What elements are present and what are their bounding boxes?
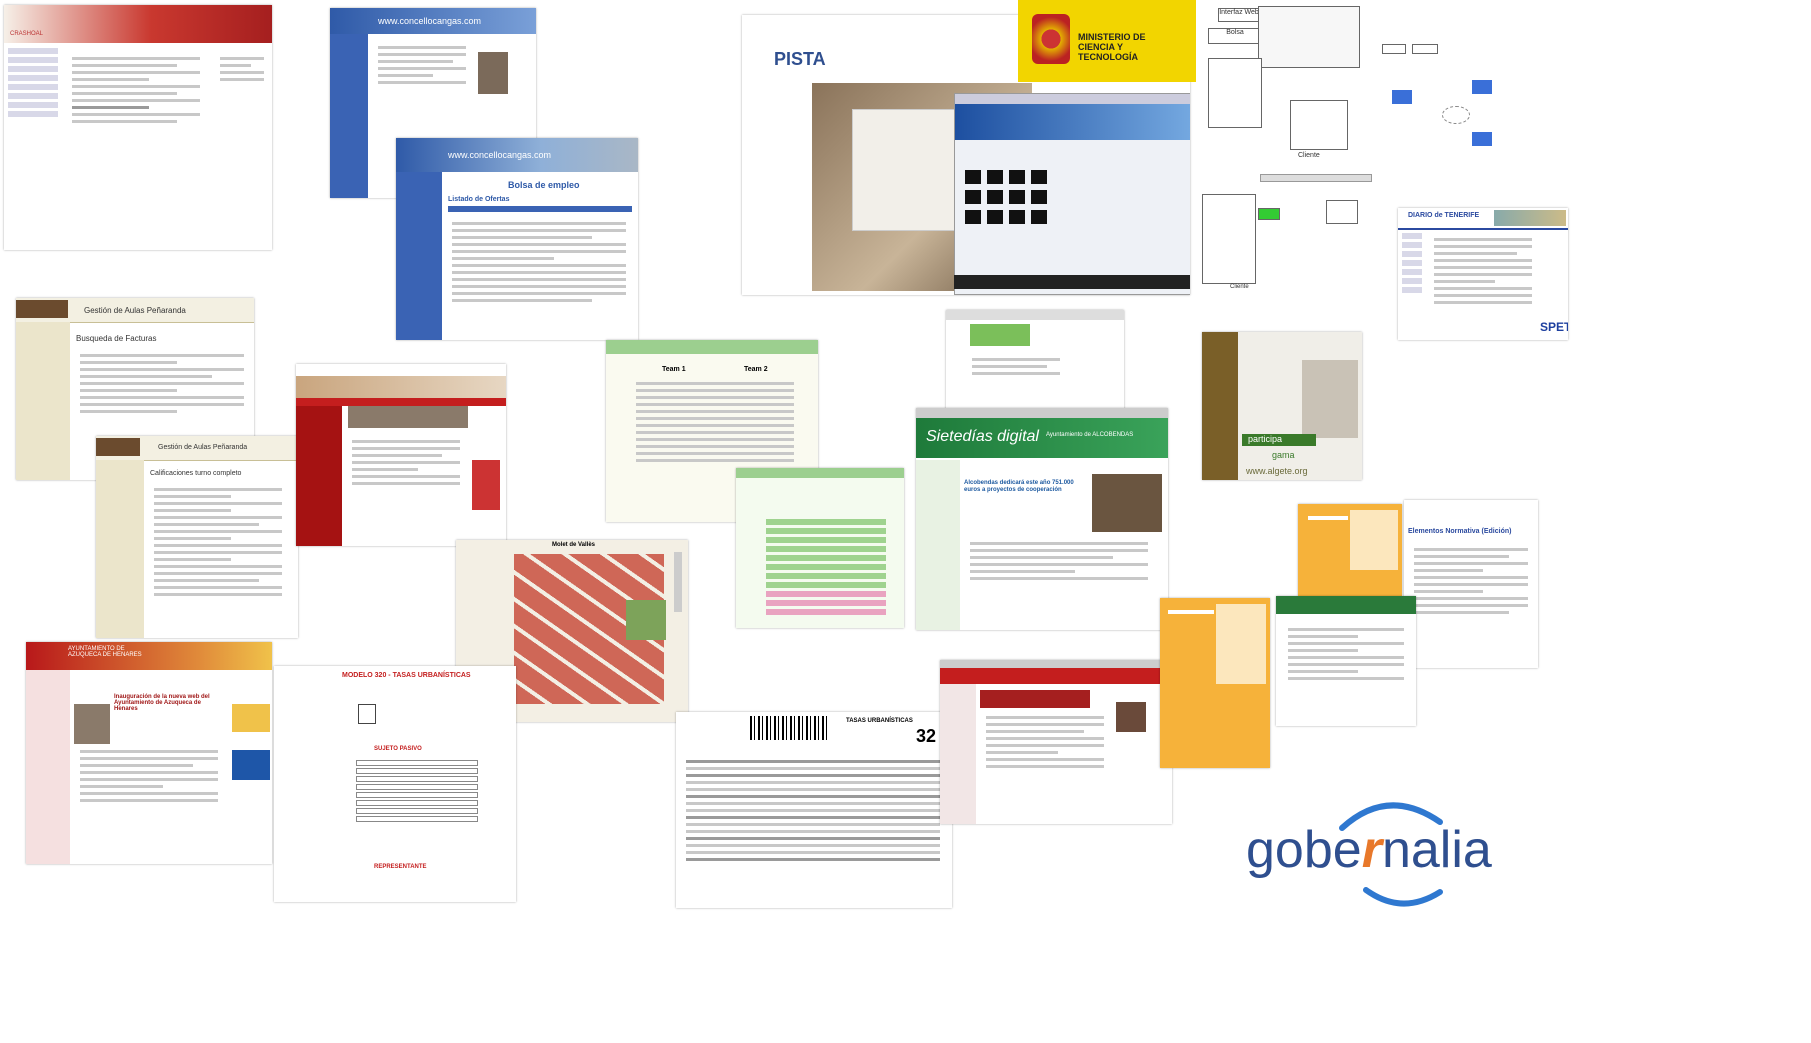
team2-header: Team 2: [744, 366, 768, 373]
sietedias-brand: Sietedías digital: [926, 428, 1039, 445]
team1-header: Team 1: [662, 366, 686, 373]
screenshot-news-portal: [940, 660, 1172, 824]
coat-of-arms-icon: [1032, 14, 1070, 64]
gobernalia-logo: gobernalia: [1240, 792, 1530, 912]
news-headline: Inauguración de la nueva web del Ayuntam…: [114, 694, 210, 712]
pista-brand: PISTA: [774, 49, 826, 69]
sietedias-sub: Ayuntamiento de ALCOBENDAS: [1046, 432, 1134, 438]
screenshot-diario-tenerife: DIARIO de TENERIFE SPET: [1398, 208, 1568, 340]
participa-label: participa: [1248, 434, 1283, 444]
screenshot-orange-tree-2: [1160, 598, 1270, 768]
screenshot-ayuntamiento-mollet: [296, 364, 506, 546]
participa-badge: participa: [1242, 434, 1316, 446]
screenshot-network-diagram-2: [1372, 22, 1522, 192]
diagram-label: Cliente: [1298, 152, 1320, 159]
gama-label: gama: [1272, 450, 1295, 460]
screenshot-orange-tree-1: [1298, 504, 1402, 596]
site-url: www.concellocangas.com: [378, 16, 482, 26]
brand-part-2: nalia: [1381, 821, 1492, 879]
screenshot-gestion-aulas-calificaciones: Gestión de Aulas Peñaranda Calificacione…: [96, 436, 298, 638]
diagram-label: Cliente: [1230, 284, 1249, 290]
page-subtitle: Calificaciones turno completo: [150, 470, 242, 477]
page-heading: Bolsa de empleo: [508, 180, 580, 190]
app-title: Gestión de Aulas Peñaranda: [84, 306, 186, 315]
arc-icon-bottom: [1363, 887, 1443, 907]
screenshot-team-table: [736, 468, 904, 628]
screenshot-small-green-site: [946, 310, 1124, 410]
algete-url[interactable]: www.algete.org: [1246, 466, 1308, 476]
headline: Alcobendas dedicará este año 751.000 eur…: [964, 480, 1074, 493]
screenshot-elementos-normativa: Elementos Normativa (Edición): [1404, 500, 1538, 668]
ministry-name: MINISTERIO DE CIENCIA Y TECNOLOGÍA: [1078, 32, 1146, 62]
app-title: Gestión de Aulas Peñaranda: [158, 444, 248, 451]
page-title: Elementos Normativa (Edición): [1408, 528, 1512, 535]
screenshot-normativa-list: [1276, 596, 1416, 726]
screenshot-azuqueca: AYUNTAMIENTO DE AZUQUECA DE HENARES Inau…: [26, 642, 272, 864]
section-title-2: REPRESENTANTE: [374, 864, 427, 870]
screenshot-portal-crashoal: CRASHOAL: [4, 5, 272, 250]
diario-brand: DIARIO de TENERIFE: [1408, 212, 1480, 219]
map-title: Molet de Vallès: [552, 542, 596, 548]
zoom-control[interactable]: [674, 552, 682, 612]
site-title: AYUNTAMIENTO DE AZUQUECA DE HENARES: [68, 646, 142, 658]
brand-accent: r: [1361, 821, 1382, 879]
brand-part-1: gobe: [1246, 821, 1362, 879]
spet-badge: SPET: [1540, 320, 1568, 334]
page-subheading: Listado de Ofertas: [448, 196, 510, 203]
portal-brand: CRASHOAL: [10, 31, 44, 37]
site-url: www.concellocangas.com: [448, 150, 552, 160]
screenshot-network-diagram-3: Cliente: [1200, 172, 1376, 294]
screenshot-algete-participa: participa gama www.algete.org: [1202, 332, 1362, 480]
form-model: 32: [916, 726, 937, 746]
screenshot-bolsa-de-empleo: www.concellocangas.com Bolsa de empleo L…: [396, 138, 638, 340]
screenshot-modelo-320-form: MODELO 320 - TASAS URBANÍSTICAS SUJETO P…: [274, 666, 516, 902]
ministry-logo: MINISTERIO DE CIENCIA Y TECNOLOGÍA: [1018, 0, 1196, 82]
screenshot-sietedias-digital: Sietedías digital Ayuntamiento de ALCOBE…: [916, 408, 1168, 630]
form-title: TASAS URBANÍSTICAS: [846, 718, 913, 724]
page-subtitle: Busqueda de Facturas: [76, 334, 157, 343]
screenshot-network-diagram-1: Interfaz Web Bolsa Cliente: [1198, 0, 1378, 175]
section-title: SUJETO PASIVO: [374, 746, 422, 752]
screenshot-tasas-urbanisticas: TASAS URBANÍSTICAS 32: [676, 712, 952, 908]
form-title: MODELO 320 - TASAS URBANÍSTICAS: [342, 672, 471, 679]
